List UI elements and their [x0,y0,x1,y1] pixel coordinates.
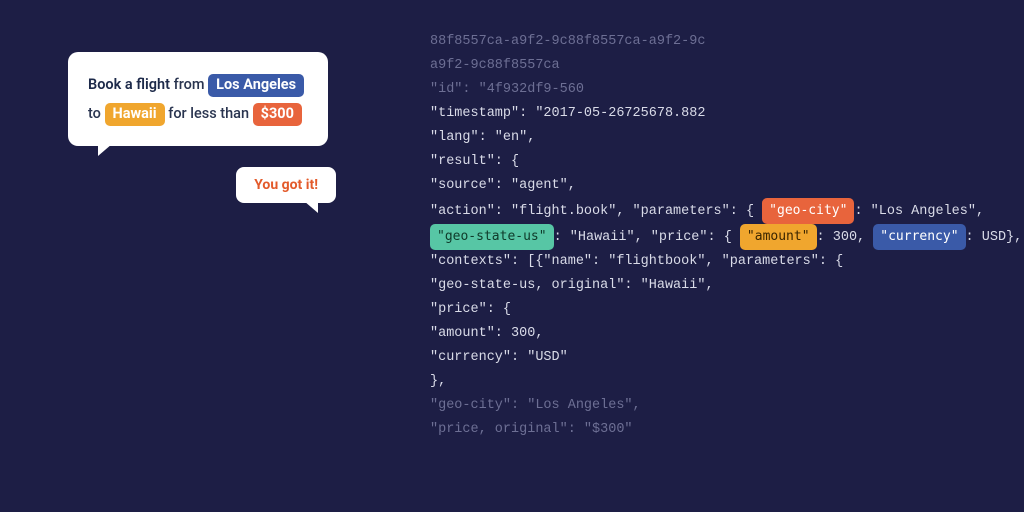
chip-geo-city: "geo-city" [762,198,854,224]
json-line-geostate: "geo-state-us": "Hawaii", "price": { "am… [430,224,1000,250]
json-line-ctx-geocity: "geo-city": "Los Angeles", [430,394,1000,418]
json-l8-b: : 300, [817,230,874,245]
json-line-hash1: 88f8557ca-a9f2-9c88f8557ca-a9f2-9c [430,30,1000,54]
agent-reply-text: You got it! [254,177,318,193]
json-l8-a: : "Hawaii", "price": { [554,230,732,245]
json-line-lang: "lang": "en", [430,126,1000,150]
json-l7-post: : "Los Angeles", [854,204,984,219]
json-line-ctx-price-orig: "price, original": "$300" [430,418,1000,442]
agent-reply-bubble: You got it! [236,167,336,203]
chip-amount: "amount" [740,224,817,250]
json-line-close-brace: }, [430,370,1000,394]
json-line-result: "result": { [430,150,1000,174]
json-line-source: "source": "agent", [430,174,1000,198]
user-msg-bold: Book a flight [88,76,170,93]
user-msg-text-3: for less than [165,105,253,122]
json-line-ctx-currency: "currency": "USD" [430,346,1000,370]
user-msg-text-1: from [170,76,208,93]
chip-price-300: $300 [253,103,302,126]
json-line-ctx-price: "price": { [430,298,1000,322]
json-l7-pre: "action": "flight.book", "parameters": { [430,204,754,219]
json-line-action: "action": "flight.book", "parameters": {… [430,198,1000,224]
json-line-timestamp: "timestamp": "2017-05-26725678.882 [430,102,1000,126]
json-line-ctx-geostate: "geo-state-us, original": "Hawaii", [430,274,1000,298]
json-line-contexts: "contexts": [{"name": "flightbook", "par… [430,250,1000,274]
json-line-hash2: a9f2-9c88f8557ca [430,54,1000,78]
chat-column: Book a flight from Los Angeles to Hawaii… [68,52,368,146]
chip-los-angeles: Los Angeles [208,74,304,97]
json-l8-c: : USD}, [966,230,1023,245]
json-response-panel: 88f8557ca-a9f2-9c88f8557ca-a9f2-9c a9f2-… [430,30,1000,442]
chip-currency: "currency" [873,224,965,250]
json-line-id: "id": "4f932df9-560 [430,78,1000,102]
chip-hawaii: Hawaii [105,103,165,126]
user-message-bubble: Book a flight from Los Angeles to Hawaii… [68,52,328,146]
chip-geo-state-us: "geo-state-us" [430,224,554,250]
json-line-ctx-amount: "amount": 300, [430,322,1000,346]
user-msg-text-2: to [88,105,105,122]
